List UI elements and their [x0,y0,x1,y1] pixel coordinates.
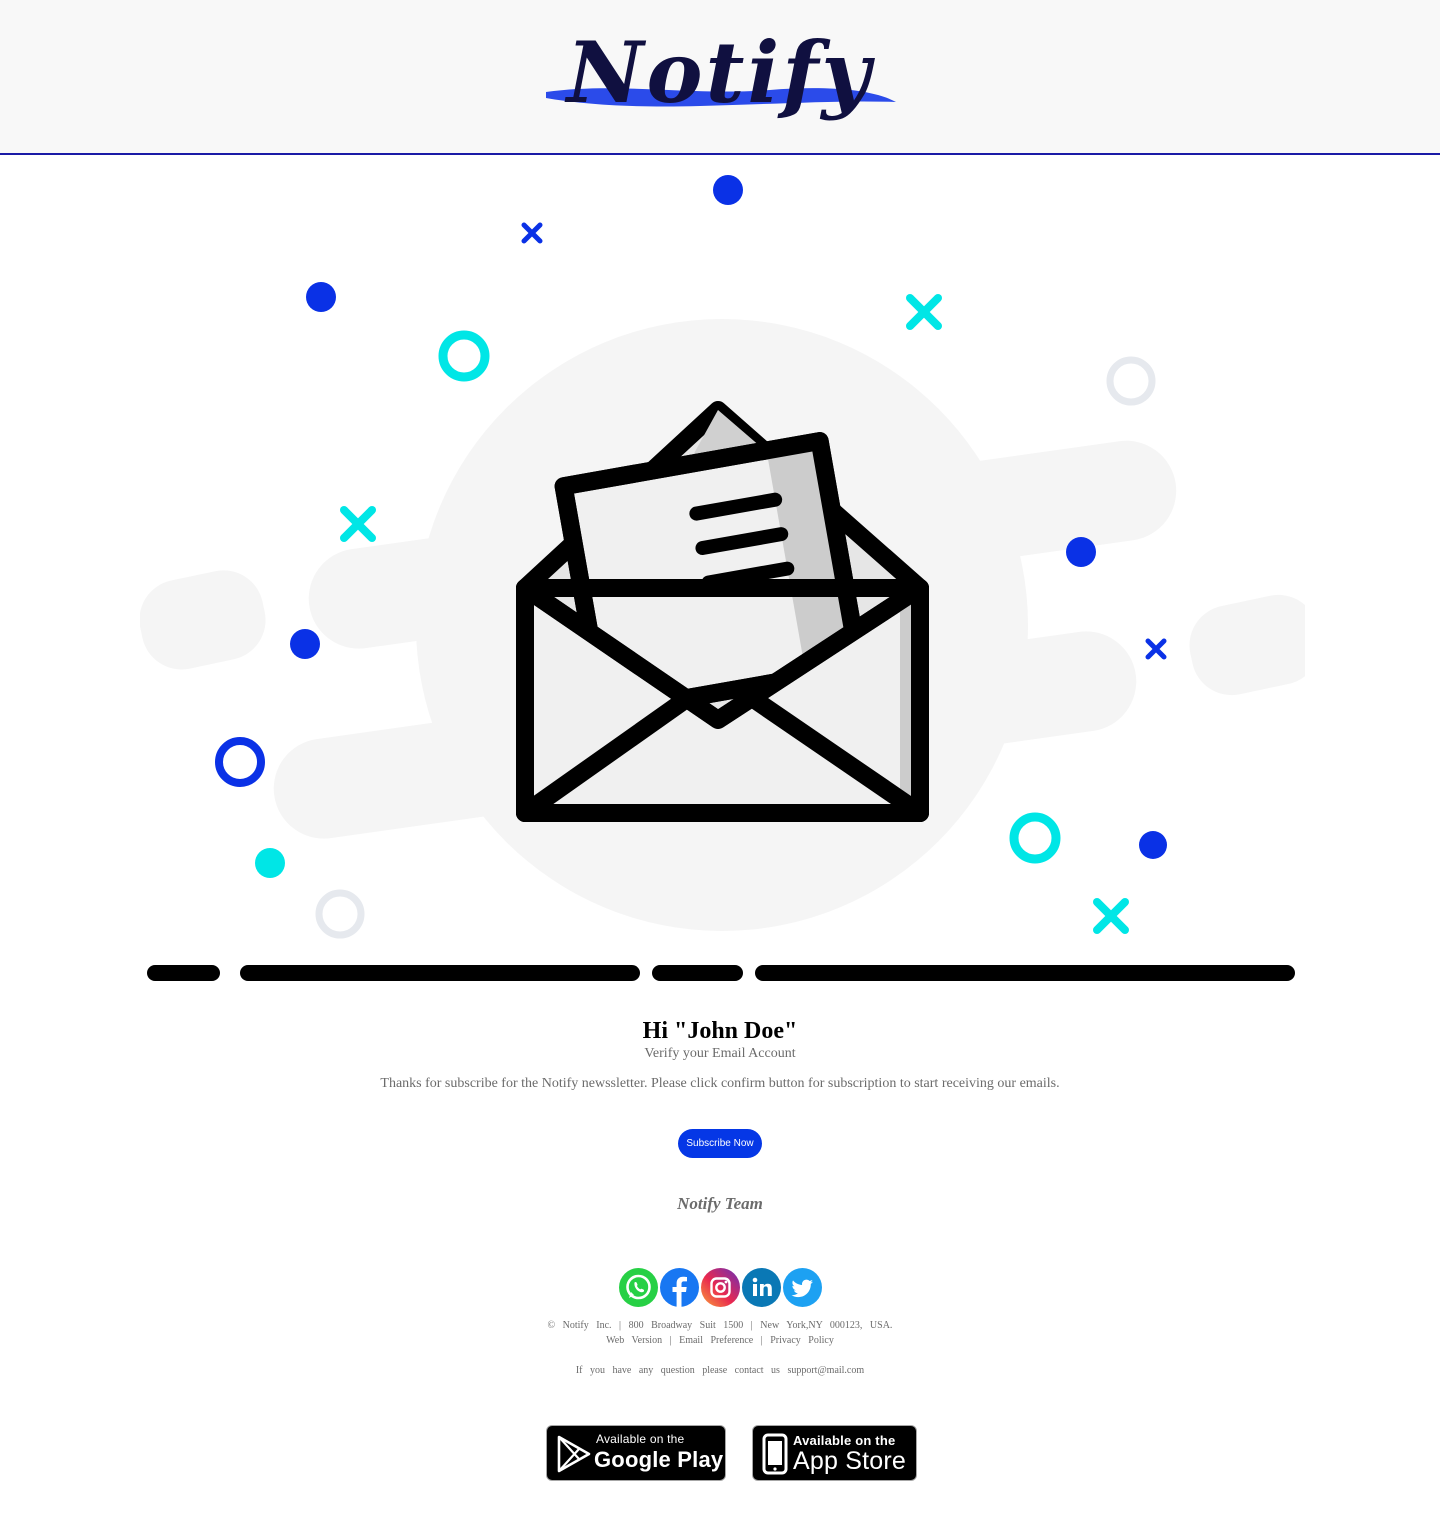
hero-illustration [140,175,1305,981]
city-address: New York,NY 000123, USA. [760,1320,893,1331]
separator: | [619,1320,622,1331]
footer-links: Web Version | Email Preference | Privacy… [0,1335,1440,1347]
greeting-heading: Hi "John Doe" [642,1018,798,1044]
privacy-policy-link[interactable]: Privacy Policy [770,1335,834,1346]
twitter-icon[interactable] [783,1268,822,1307]
web-version-link[interactable]: Web Version [606,1335,662,1346]
subscribe-now-button[interactable]: Subscribe Now [678,1129,762,1158]
linkedin-icon[interactable] [742,1268,781,1307]
app-store-badge[interactable]: Available on the App Store [752,1425,917,1481]
google-play-big-text: Google Play [594,1447,724,1472]
notify-logo[interactable]: Notify [540,18,900,136]
google-play-small-text: Available on the [596,1432,685,1446]
message-text: Thanks for subscribe for the Notify news… [380,1076,1060,1091]
whatsapp-icon[interactable] [619,1268,658,1307]
app-store-big-text: App Store [793,1447,906,1475]
instagram-icon[interactable] [701,1268,740,1307]
support-email-link[interactable]: support@mail.com [787,1365,864,1376]
street-address: 800 Broadway Suit 1500 [628,1320,744,1331]
separator: | [750,1320,753,1331]
social-links [619,1268,823,1308]
phone-icon [762,1433,788,1475]
separator: | [669,1335,672,1346]
subtitle: Verify your Email Account [644,1046,796,1061]
email-preference-link[interactable]: Email Preference [679,1335,753,1346]
google-play-badge[interactable]: Available on the Google Play [546,1425,726,1481]
copyright-symbol: © [547,1320,556,1331]
signoff: Notify Team [677,1194,763,1213]
separator: | [760,1335,763,1346]
facebook-icon[interactable] [660,1268,699,1307]
logo-text: Notify [566,23,874,122]
google-play-icon [557,1435,591,1473]
footer-address: © Notify Inc. | 800 Broadway Suit 1500 |… [0,1320,1440,1332]
contact-text: If you have any question please contact … [575,1365,780,1376]
header: Notify [0,0,1440,155]
footer-contact: If you have any question please contact … [0,1365,1440,1377]
message-section: Hi "John Doe" Verify your Email Account … [0,1015,1440,1093]
company-name: Notify Inc. [562,1320,612,1331]
app-store-small-text: Available on the [793,1433,896,1448]
